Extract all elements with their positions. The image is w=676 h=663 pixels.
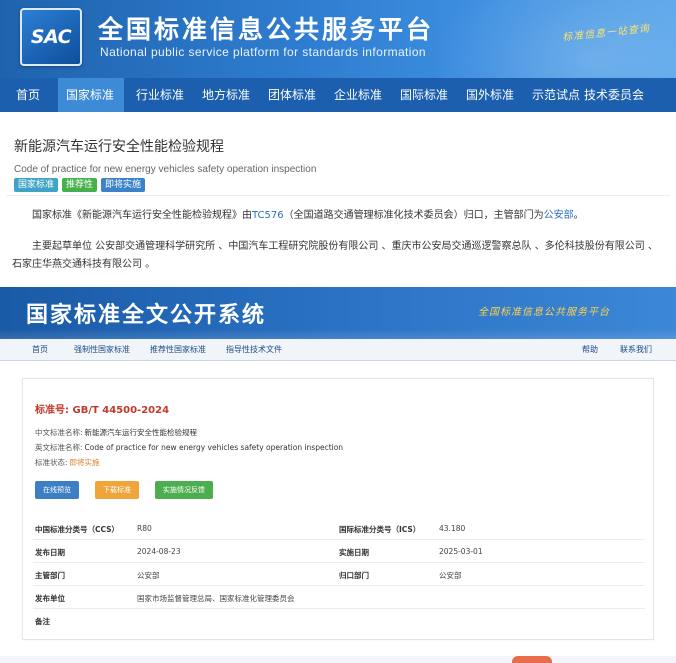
publisher-label: 发布单位 xyxy=(35,594,65,603)
system-slogan: 全国标准信息公共服务平台 xyxy=(478,307,610,318)
desc-middle: （全国道路交通管理标准化技术委员会）归口，主管部门为 xyxy=(283,210,544,221)
nav-item-national-standard[interactable]: 国家标准 xyxy=(58,78,124,112)
publisher-value: 国家市场监督管理总局、国家标准化管理委员会 xyxy=(137,594,295,603)
sub-nav-help[interactable]: 帮助 xyxy=(582,344,598,355)
status-row: 标准状态: 即将实施 xyxy=(35,457,100,468)
standard-info-table: 中国标准分类号（CCS） R80 国际标准分类号（ICS） 43.180 发布日… xyxy=(33,517,645,632)
desc-prefix: 国家标准《新能源汽车运行安全性能检验规程》由 xyxy=(32,210,252,221)
bottom-strip xyxy=(0,656,676,663)
fulltext-system-banner: 国家标准全文公开系统 全国标准信息公共服务平台 xyxy=(0,287,676,339)
table-row: 主管部门 公安部 归口部门 公安部 xyxy=(33,563,645,586)
standard-title: 新能源汽车运行安全性能检验规程 xyxy=(14,139,224,155)
implement-date-value: 2025-03-01 xyxy=(439,547,483,556)
tc-label: 归口部门 xyxy=(339,571,369,580)
standard-detail-panel: 标准号: GB/T 44500-2024 中文标准名称: 新能源汽车运行安全性能检… xyxy=(22,378,654,640)
tc-link[interactable]: TC576 xyxy=(252,210,284,221)
publish-date-label: 发布日期 xyxy=(35,548,65,557)
standard-description: 国家标准《新能源汽车运行安全性能检验规程》由TC576（全国道路交通管理标准化技… xyxy=(32,208,652,224)
ccs-value: R80 xyxy=(137,524,152,533)
action-buttons: 在线预览 下载标准 实施情况反馈 xyxy=(35,481,213,499)
implement-date-label: 实施日期 xyxy=(339,548,369,557)
standard-card: 新能源汽车运行安全性能检验规程 Code of practice for new… xyxy=(6,122,670,196)
nav-item-group-standard[interactable]: 团体标准 xyxy=(256,78,322,112)
badge-upcoming: 即将实施 xyxy=(101,178,146,192)
drafting-units: 主要起草单位 公安部交通管理科学研究所 、中国汽车工程研究院股份有限公司 、重庆… xyxy=(12,241,658,270)
department-link[interactable]: 公安部 xyxy=(544,210,574,221)
tc-value: 公安部 xyxy=(439,571,462,580)
cn-name-label: 中文标准名称: xyxy=(35,428,83,437)
table-row: 发布日期 2024-08-23 实施日期 2025-03-01 xyxy=(33,540,645,563)
en-name-row: 英文标准名称: Code of practice for new energy v… xyxy=(35,442,343,453)
ics-value: 43.180 xyxy=(439,524,466,533)
authority-label: 主管部门 xyxy=(35,571,65,580)
feedback-button[interactable]: 实施情况反馈 xyxy=(155,481,213,499)
nav-item-foreign-standard[interactable]: 国外标准 xyxy=(454,78,520,112)
table-row: 备注 xyxy=(33,609,645,632)
logo-text: SAC xyxy=(30,26,72,48)
table-row: 发布单位 国家市场监督管理总局、国家标准化管理委员会 xyxy=(33,586,645,609)
sub-nav-recommended[interactable]: 推荐性国家标准 xyxy=(150,344,206,355)
table-row: 中国标准分类号（CCS） R80 国际标准分类号（ICS） 43.180 xyxy=(33,517,645,540)
system-title: 国家标准全文公开系统 xyxy=(26,303,267,328)
sub-nav: 首页 强制性国家标准 推荐性国家标准 指导性技术文件 帮助 联系我们 xyxy=(0,339,676,361)
badge-national-standard: 国家标准 xyxy=(14,178,59,192)
desc-end: 。 xyxy=(573,210,584,221)
cn-name-value: 新能源汽车运行安全性能检验规程 xyxy=(84,428,198,437)
status-label: 标准状态: xyxy=(35,458,68,467)
sub-nav-contact[interactable]: 联系我们 xyxy=(620,344,652,355)
sub-nav-mandatory[interactable]: 强制性国家标准 xyxy=(74,344,130,355)
standard-number-label: 标准号: xyxy=(35,405,69,416)
badge-group: 国家标准 推荐性 即将实施 xyxy=(14,178,146,192)
portal-title: 全国标准信息公共服务平台 xyxy=(98,15,435,44)
nav-item-demo-pilot[interactable]: 示范试点 xyxy=(520,78,580,112)
sub-nav-home[interactable]: 首页 xyxy=(32,344,48,355)
portal-subtitle: National public service platform for sta… xyxy=(100,45,427,59)
nav-item-technical-committee[interactable]: 技术委员会 xyxy=(580,78,676,112)
nav-item-local-standard[interactable]: 地方标准 xyxy=(190,78,256,112)
nav-item-enterprise-standard[interactable]: 企业标准 xyxy=(322,78,388,112)
standard-number-value: GB/T 44500-2024 xyxy=(72,405,170,416)
nav-item-international-standard[interactable]: 国际标准 xyxy=(388,78,454,112)
authority-value: 公安部 xyxy=(137,571,160,580)
status-value: 即将实施 xyxy=(69,458,100,467)
portal-header: SAC 全国标准信息公共服务平台 National public service… xyxy=(0,0,676,78)
nav-item-home[interactable]: 首页 xyxy=(0,78,58,112)
standard-number: 标准号: GB/T 44500-2024 xyxy=(35,401,169,416)
badge-recommended: 推荐性 xyxy=(62,178,98,192)
en-name-value: Code of practice for new energy vehicles… xyxy=(84,443,344,452)
sac-logo[interactable]: SAC xyxy=(20,8,82,66)
online-preview-button[interactable]: 在线预览 xyxy=(35,481,79,499)
download-button[interactable]: 下载标准 xyxy=(95,481,139,499)
ics-label: 国际标准分类号（ICS） xyxy=(339,525,421,534)
remark-label: 备注 xyxy=(35,617,50,626)
sub-nav-guidance[interactable]: 指导性技术文件 xyxy=(226,344,282,355)
nav-item-industry-standard[interactable]: 行业标准 xyxy=(124,78,190,112)
ccs-label: 中国标准分类号（CCS） xyxy=(35,525,120,534)
en-name-label: 英文标准名称: xyxy=(35,443,83,452)
cn-name-row: 中文标准名称: 新能源汽车运行安全性能检验规程 xyxy=(35,427,197,438)
main-nav: 首页 国家标准 行业标准 地方标准 团体标准 企业标准 国际标准 国外标准 示范… xyxy=(0,78,676,112)
standard-title-en: Code of practice for new energy vehicles… xyxy=(14,164,317,175)
standard-info-section: 新能源汽车运行安全性能检验规程 Code of practice for new… xyxy=(0,112,676,284)
portal-slogan: 标准信息一站查询 xyxy=(561,23,651,44)
publish-date-value: 2024-08-23 xyxy=(137,547,181,556)
